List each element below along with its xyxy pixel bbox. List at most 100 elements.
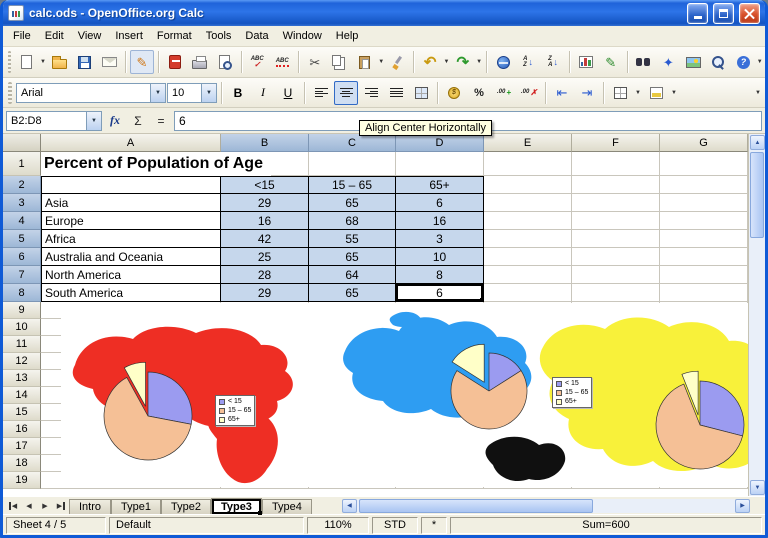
background-color-dropdown[interactable]: ▼ xyxy=(669,81,679,105)
column-header-d[interactable]: D xyxy=(396,134,484,152)
previous-sheet-button[interactable]: ◀ xyxy=(21,497,37,514)
background-color-button[interactable] xyxy=(644,81,668,105)
row-header-5[interactable]: 5 xyxy=(3,230,41,248)
hyperlink-button[interactable] xyxy=(491,50,515,74)
status-zoom-level[interactable]: 110% xyxy=(307,517,369,534)
cell-b4[interactable]: 16 xyxy=(221,212,309,230)
menu-file[interactable]: File xyxy=(6,27,38,45)
cell-c5[interactable]: 55 xyxy=(309,230,396,248)
next-sheet-button[interactable]: ▶ xyxy=(37,497,53,514)
font-name-combo[interactable]: Arial▼ xyxy=(16,83,166,103)
sheet-tab-type1[interactable]: Type1 xyxy=(111,499,161,514)
font-size-dropdown[interactable]: ▼ xyxy=(201,84,216,102)
name-box[interactable]: B2:D8▼ xyxy=(6,111,102,131)
title-bar[interactable]: calc.ods - OpenOffice.org Calc xyxy=(3,0,765,26)
show-draw-functions-button[interactable]: ✎ xyxy=(599,50,623,74)
toolbar-drag-handle[interactable] xyxy=(8,82,12,104)
increase-indent-button[interactable]: ⇥ xyxy=(575,81,599,105)
sheet-tab-intro[interactable]: Intro xyxy=(69,499,111,514)
row-header-7[interactable]: 7 xyxy=(3,266,41,284)
zoom-button[interactable] xyxy=(706,50,730,74)
cell-a6[interactable]: Australia and Oceania xyxy=(41,248,221,266)
column-header-a[interactable]: A xyxy=(41,134,221,152)
select-all-corner[interactable] xyxy=(3,134,41,152)
toolbar-overflow-button[interactable]: ▼ xyxy=(756,50,763,74)
last-sheet-button[interactable]: ▶ xyxy=(53,497,69,514)
column-header-e[interactable]: E xyxy=(484,134,572,152)
align-right-button[interactable] xyxy=(359,81,383,105)
cell-d8-active[interactable]: 6 xyxy=(396,284,484,302)
row-header-10[interactable]: 10 xyxy=(3,319,41,336)
insert-chart-button[interactable] xyxy=(574,50,598,74)
autospellcheck-button[interactable]: ABC xyxy=(270,50,294,74)
bold-button[interactable]: B xyxy=(226,81,250,105)
cell-b2[interactable]: <15 xyxy=(221,176,309,194)
formula-button[interactable]: = xyxy=(151,111,171,131)
scroll-down-button[interactable]: ▼ xyxy=(750,480,765,495)
copy-button[interactable] xyxy=(328,50,352,74)
scroll-up-button[interactable]: ▲ xyxy=(750,135,765,150)
row-header-9[interactable]: 9 xyxy=(3,302,41,319)
vertical-scroll-track[interactable] xyxy=(749,151,765,479)
export-pdf-button[interactable] xyxy=(163,50,187,74)
vertical-scrollbar[interactable]: ▲ ▼ xyxy=(748,134,765,496)
menu-data[interactable]: Data xyxy=(238,27,275,45)
cell-c3[interactable]: 65 xyxy=(309,194,396,212)
column-header-g[interactable]: G xyxy=(660,134,748,152)
cell-a3[interactable]: Asia xyxy=(41,194,221,212)
font-size-combo[interactable]: 10▼ xyxy=(167,83,217,103)
function-wizard-button[interactable]: fx xyxy=(105,111,125,131)
redo-button[interactable]: ↷ xyxy=(451,50,475,74)
row-header-8[interactable]: 8 xyxy=(3,284,41,302)
align-center-button[interactable] xyxy=(334,81,358,105)
status-modified-flag[interactable]: * xyxy=(421,517,447,534)
row-header-4[interactable]: 4 xyxy=(3,212,41,230)
horizontal-scroll-thumb[interactable] xyxy=(359,499,593,513)
cell-c6[interactable]: 65 xyxy=(309,248,396,266)
cell-d4[interactable]: 16 xyxy=(396,212,484,230)
cell-d6[interactable]: 10 xyxy=(396,248,484,266)
menu-help[interactable]: Help xyxy=(329,27,366,45)
cell-d2[interactable]: 65+ xyxy=(396,176,484,194)
redo-dropdown[interactable]: ▼ xyxy=(476,50,483,74)
row-header-11[interactable]: 11 xyxy=(3,336,41,353)
menu-insert[interactable]: Insert xyxy=(108,27,150,45)
cell-c7[interactable]: 64 xyxy=(309,266,396,284)
row-header-13[interactable]: 13 xyxy=(3,370,41,387)
vertical-scroll-thumb[interactable] xyxy=(750,152,764,238)
minimize-button[interactable] xyxy=(687,3,708,24)
first-sheet-button[interactable]: ◀ xyxy=(5,497,21,514)
row-header-14[interactable]: 14 xyxy=(3,387,41,404)
row-header-19[interactable]: 19 xyxy=(3,472,41,489)
cell-d3[interactable]: 6 xyxy=(396,194,484,212)
sheet-tab-type3-active[interactable]: Type3 xyxy=(211,498,262,514)
paste-button[interactable] xyxy=(353,50,377,74)
align-justified-button[interactable] xyxy=(384,81,408,105)
cell-d7[interactable]: 8 xyxy=(396,266,484,284)
print-button[interactable] xyxy=(188,50,212,74)
cut-button[interactable]: ✂ xyxy=(303,50,327,74)
percent-format-button[interactable]: % xyxy=(467,81,491,105)
underline-button[interactable]: U xyxy=(276,81,300,105)
toolbar-overflow-button[interactable]: ▼ xyxy=(753,81,763,105)
toolbar-drag-handle[interactable] xyxy=(8,51,11,73)
edit-file-button[interactable]: ✎ xyxy=(130,50,154,74)
cell-a2[interactable] xyxy=(41,176,221,194)
close-button[interactable] xyxy=(739,3,760,24)
status-sum[interactable]: Sum=600 xyxy=(450,517,762,534)
cell-a7[interactable]: North America xyxy=(41,266,221,284)
scroll-left-button[interactable]: ◀ xyxy=(342,499,357,513)
cell-b7[interactable]: 28 xyxy=(221,266,309,284)
cell-c2[interactable]: 15 – 65 xyxy=(309,176,396,194)
cell-b6[interactable]: 25 xyxy=(221,248,309,266)
cell-c4[interactable]: 68 xyxy=(309,212,396,230)
cell-b5[interactable]: 42 xyxy=(221,230,309,248)
cell-a1-title[interactable]: Percent of Population of Age xyxy=(41,152,271,176)
borders-dropdown[interactable]: ▼ xyxy=(633,81,643,105)
format-paintbrush-button[interactable] xyxy=(385,50,409,74)
navigator-button[interactable]: ✦ xyxy=(656,50,680,74)
sheet-tab-type2[interactable]: Type2 xyxy=(161,499,211,514)
undo-dropdown[interactable]: ▼ xyxy=(443,50,450,74)
italic-button[interactable]: I xyxy=(251,81,275,105)
sort-descending-button[interactable]: ZA↓ xyxy=(541,50,565,74)
